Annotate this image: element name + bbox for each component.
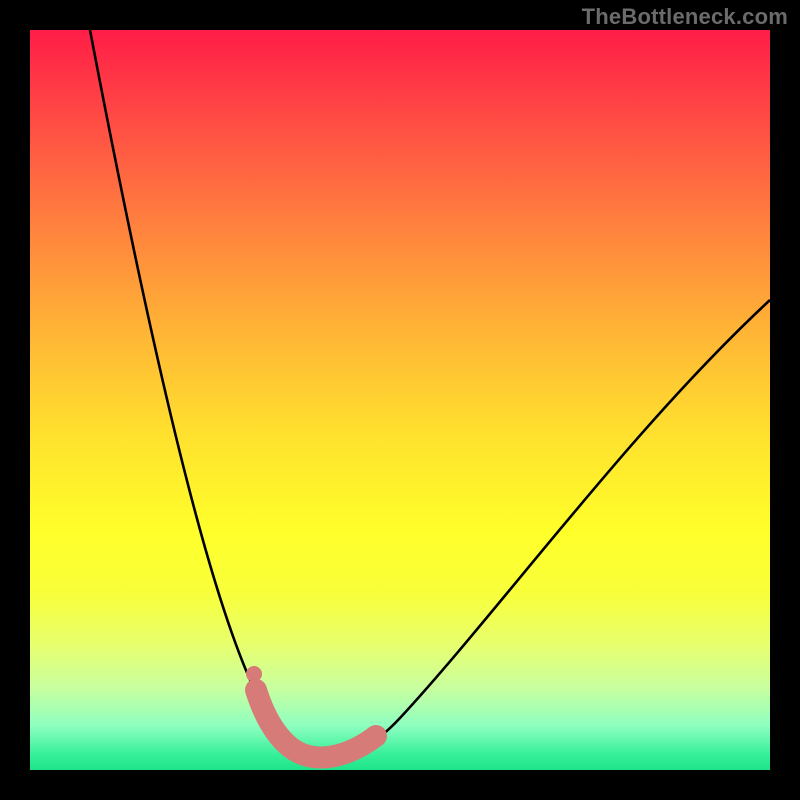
chart-svg [30,30,770,770]
chart-plot-area [30,30,770,770]
bottleneck-curve [90,30,770,756]
optimal-zone-highlight [256,690,376,757]
highlight-dot [246,666,262,682]
watermark-text: TheBottleneck.com [582,4,788,30]
